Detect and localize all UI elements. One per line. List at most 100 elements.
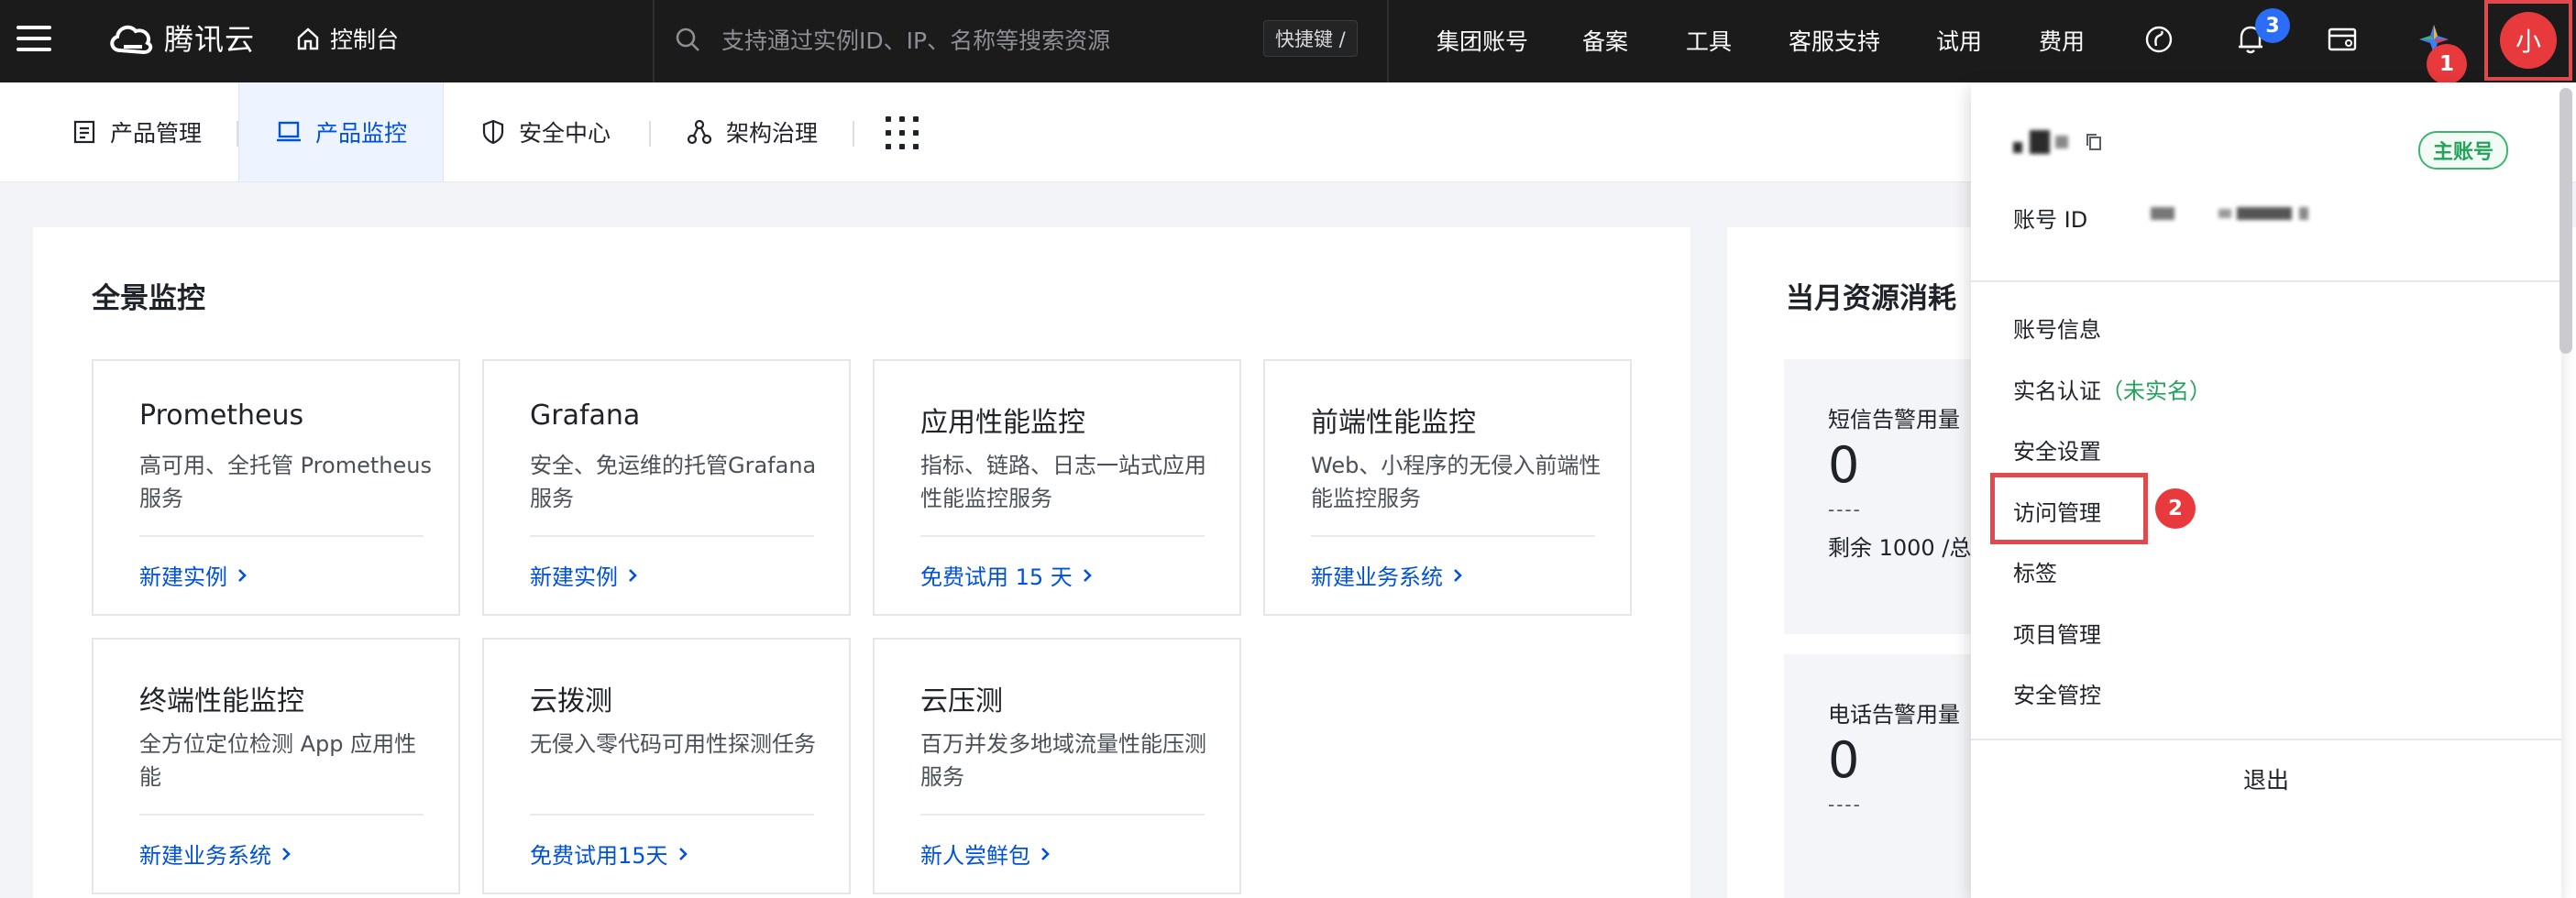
card-divider [920,814,1205,816]
tab-label: 架构治理 [726,120,819,147]
chevron-right-icon [1041,847,1050,860]
menu-item-security-settings[interactable]: 安全设置 [2013,433,2101,465]
dropdown-divider [1971,739,2561,740]
card-link-create-instance[interactable]: 新建实例 [139,559,248,591]
main-account-badge: 主账号 [2418,131,2509,170]
panorama-title: 全景监控 [92,282,205,315]
card-title: Prometheus [139,400,304,432]
architecture-icon [687,119,712,145]
product-card-terminal-performance[interactable]: 终端性能监控 全方位定位检测 App 应用性能 新建业务系统 [92,638,460,894]
sms-alert-value: 0 [1828,436,1860,494]
product-card-cloud-stress-test[interactable]: 云压测 百万并发多地域流量性能压测服务 新人尝鲜包 [873,638,1241,894]
copy-icon[interactable] [2085,132,2103,152]
card-link-newcomer-package[interactable]: 新人尝鲜包 [920,838,1051,870]
orders-icon[interactable] [2321,18,2363,60]
tab-security-center[interactable]: 安全中心 [480,82,611,181]
more-products-grid-icon[interactable] [886,116,919,149]
card-title: 前端性能监控 [1311,407,1476,439]
realname-status: （未实名） [2101,378,2211,404]
tab-label: 安全中心 [519,120,611,147]
account-id-label: 账号 ID [2013,207,2088,233]
panorama-monitoring-panel: 全景监控 Prometheus 高可用、全托管 Prometheus 服务 新建… [33,227,1690,898]
nav-billing[interactable]: 费用 [2039,20,2085,60]
tab-product-management[interactable]: 产品管理 [72,82,202,181]
sms-remaining-text: 剩余 1000 /总 [1828,535,1972,561]
card-description: 全方位定位检测 App 应用性能 [139,731,417,790]
redacted-username [2013,142,2022,153]
nav-trial[interactable]: 试用 [1936,20,1982,60]
chevron-right-icon [238,568,247,582]
phone-alert-dash: ---- [1828,794,1862,816]
tab-product-monitoring[interactable]: 产品监控 [238,82,444,181]
card-description: 百万并发多地域流量性能压测服务 [920,731,1206,790]
product-card-rum[interactable]: 前端性能监控 Web、小程序的无侵入前端性能监控服务 新建业务系统 [1263,359,1632,616]
card-link-create-business-system[interactable]: 新建业务系统 [139,838,292,870]
user-avatar[interactable]: 小 [2500,12,2557,69]
cloud-logo-icon [110,25,153,55]
sms-alert-label: 短信告警用量 [1828,407,1960,433]
dropdown-divider [1971,280,2561,282]
nav-tools[interactable]: 工具 [1686,20,1732,60]
card-divider [139,535,424,537]
access-management-highlight [1990,473,2148,544]
card-description: 无侵入零代码可用性探测任务 [530,731,816,757]
chevron-right-icon [282,847,291,860]
card-title: 云拨测 [530,685,612,717]
tencent-cloud-logo[interactable]: 腾讯云 [105,16,255,59]
card-link-create-instance[interactable]: 新建实例 [530,559,638,591]
menu-item-account-info[interactable]: 账号信息 [2013,312,2101,344]
card-link-free-trial[interactable]: 免费试用15天 [530,838,688,870]
search-placeholder: 支持通过实例ID、IP、名称等搜索资源 [721,27,1111,54]
tab-divider [649,121,651,147]
nav-customer-support[interactable]: 客服支持 [1789,20,1880,60]
redacted-username [2030,130,2050,154]
product-card-grafana[interactable]: Grafana 安全、免运维的托管Grafana 服务 新建实例 [482,359,851,616]
menu-item-realname-verification[interactable]: 实名认证（未实名） [2013,373,2211,405]
tab-divider [853,121,854,147]
product-card-cloud-dial-test[interactable]: 云拨测 无侵入零代码可用性探测任务 免费试用15天 [482,638,851,894]
card-divider [530,535,814,537]
chevron-right-icon [678,847,688,860]
card-link-create-business-system[interactable]: 新建业务系统 [1311,559,1463,591]
card-title: 应用性能监控 [920,407,1085,439]
developer-icon[interactable] [2138,18,2180,60]
monitor-icon [276,121,301,142]
hamburger-menu-icon[interactable] [17,20,51,57]
topbar-divider [1387,0,1389,82]
card-title: Grafana [530,400,641,432]
nav-filing[interactable]: 备案 [1582,20,1628,60]
wallet-icon [2328,27,2357,51]
card-link-free-trial[interactable]: 免费试用 15 天 [920,559,1093,591]
account-name [2013,130,2103,154]
chevron-right-icon [1454,568,1462,582]
product-card-apm[interactable]: 应用性能监控 指标、链路、日志一站式应用性能监控服务 免费试用 15 天 [873,359,1241,616]
card-description: Web、小程序的无侵入前端性能监控服务 [1311,453,1602,511]
menu-item-project-management[interactable]: 项目管理 [2013,617,2101,649]
logout-button[interactable]: 退出 [1971,762,2561,795]
resource-search-box[interactable]: 支持通过实例ID、IP、名称等搜索资源 [674,16,1357,62]
code-circle-icon [2145,26,2173,53]
user-avatar-highlight[interactable]: 小 [2484,0,2572,81]
menu-item-security-control[interactable]: 安全管控 [2013,677,2101,709]
menu-item-tags[interactable]: 标签 [2013,555,2057,587]
shortcut-key-hint: 快捷键 / [1263,20,1358,57]
card-divider [530,814,814,816]
resource-title: 当月资源消耗 [1786,282,1956,315]
shield-icon [482,119,504,145]
tab-architecture-governance[interactable]: 架构治理 [686,82,818,181]
topbar-divider [653,0,655,82]
redacted-account-id [2151,207,2308,220]
dropdown-scrollbar[interactable] [2559,88,2572,354]
product-card-prometheus[interactable]: Prometheus 高可用、全托管 Prometheus 服务 新建实例 [92,359,460,616]
chevron-right-icon [629,568,637,582]
chevron-right-icon [1083,568,1092,582]
sms-alert-dash: ---- [1828,498,1862,520]
phone-alert-value: 0 [1828,731,1860,789]
tab-label: 产品管理 [110,120,203,147]
logo-text: 腾讯云 [164,22,256,57]
console-link[interactable]: 控制台 [295,20,399,57]
nav-group-account[interactable]: 集团账号 [1437,20,1528,60]
top-navigation-bar: 腾讯云 控制台 支持通过实例ID、IP、名称等搜索资源 快捷键 / 集团账号 备… [0,0,2576,82]
phone-alert-label: 电话告警用量 [1828,702,1960,728]
step-marker-2: 2 [2155,488,2196,529]
